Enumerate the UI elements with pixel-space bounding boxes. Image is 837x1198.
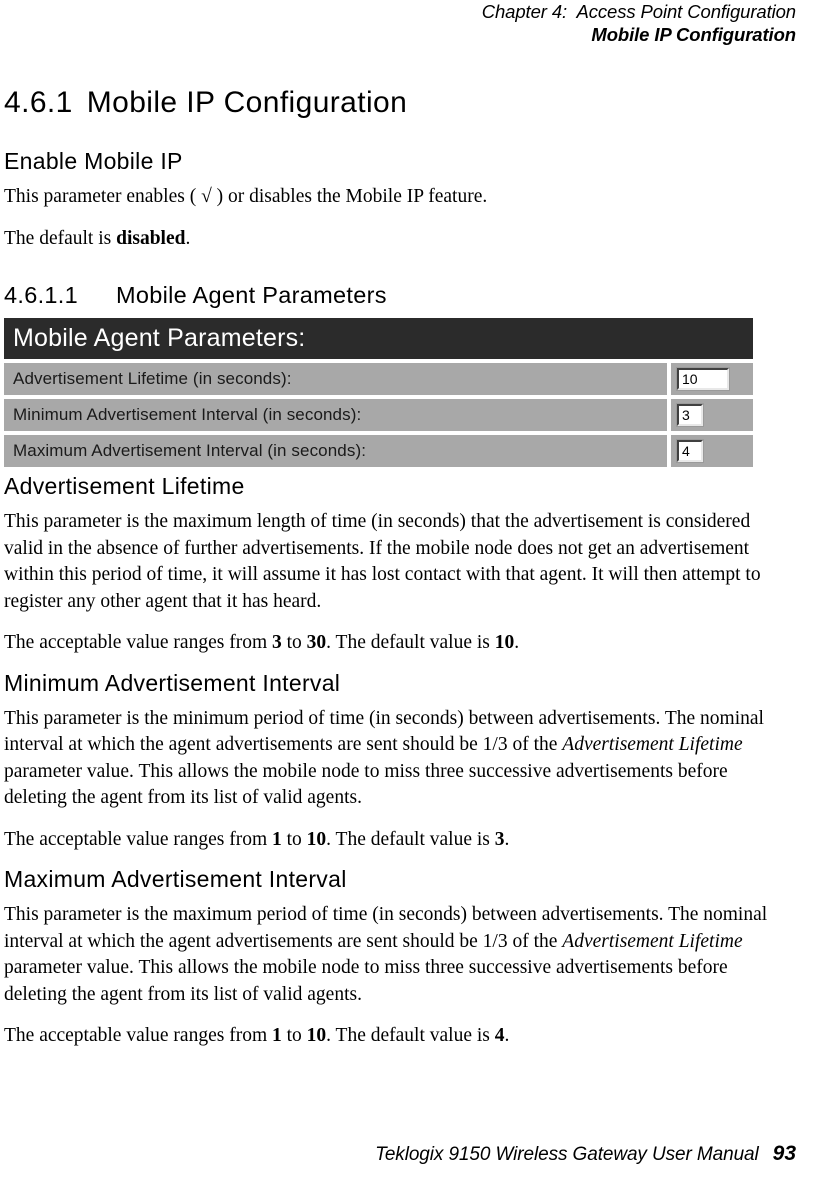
range-mid: to xyxy=(281,632,307,653)
document-page: Chapter 4: Access Point Configuration Mo… xyxy=(0,0,837,1198)
maximum-advertisement-interval-label: Maximum Advertisement Interval (in secon… xyxy=(4,435,667,467)
running-head: Chapter 4: Access Point Configuration Mo… xyxy=(0,0,796,46)
range-max: 30 xyxy=(306,632,327,653)
panel-title-bar: Mobile Agent Parameters: xyxy=(4,318,753,359)
advertisement-lifetime-input[interactable]: 10 xyxy=(676,367,730,391)
para-italic-term: Advertisement Lifetime xyxy=(562,734,743,755)
subheading-advertisement-lifetime: Advertisement Lifetime xyxy=(4,473,245,499)
paragraph-minimum-advertisement-interval-range: The acceptable value ranges from 1 to 10… xyxy=(4,827,794,854)
default-prefix: . The default value is xyxy=(326,828,495,850)
range-max: 10 xyxy=(306,828,327,850)
footer-page-number: 93 xyxy=(772,1142,796,1165)
default-prefix: . The default value is xyxy=(326,632,495,653)
paragraph-advertisement-lifetime-range: The acceptable value ranges from 3 to 30… xyxy=(4,630,794,657)
default-value: 10 xyxy=(494,632,515,653)
page-content: 4.6.1 Mobile IP Configuration Enable Mobi… xyxy=(4,86,794,1063)
range-max: 10 xyxy=(306,1025,327,1046)
default-suffix: . xyxy=(185,227,191,249)
paragraph-minimum-advertisement-interval: This parameter is the minimum period of … xyxy=(4,706,794,812)
range-prefix: The acceptable value ranges from xyxy=(4,1025,272,1046)
section-heading: 4.6.1 Mobile IP Configuration xyxy=(4,86,794,120)
footer-manual-title: Teklogix 9150 Wireless Gateway User Manu… xyxy=(375,1144,759,1165)
subheading-minimum-advertisement-interval: Minimum Advertisement Interval xyxy=(4,669,341,696)
table-row: Maximum Advertisement Interval (in secon… xyxy=(4,435,753,467)
maximum-advertisement-interval-field-cell: 4 xyxy=(671,435,753,467)
section-number: 4.6.1 xyxy=(4,86,73,119)
para-italic-term: Advertisement Lifetime xyxy=(562,930,743,952)
range-mid: to xyxy=(281,1025,307,1046)
table-row: Advertisement Lifetime (in seconds): 10 xyxy=(4,363,753,395)
mobile-agent-parameters-panel: Mobile Agent Parameters: Advertisement L… xyxy=(4,318,753,467)
minimum-advertisement-interval-label: Minimum Advertisement Interval (in secon… xyxy=(4,399,667,431)
paragraph-enable-mobile-ip-default: The default is disabled. xyxy=(4,226,794,253)
section-title: Mobile IP Configuration xyxy=(86,86,408,119)
default-suffix: . xyxy=(504,828,510,850)
range-prefix: The acceptable value ranges from xyxy=(4,632,272,653)
paragraph-maximum-advertisement-interval-range: The acceptable value ranges from 1 to 10… xyxy=(4,1023,794,1050)
advertisement-lifetime-field-cell: 10 xyxy=(671,363,753,395)
subsection-title: Mobile Agent Parameters xyxy=(116,282,387,308)
subheading-mobile-agent-parameters: 4.6.1.1 Mobile Agent Parameters xyxy=(4,282,794,309)
page-footer: Teklogix 9150 Wireless Gateway User Manu… xyxy=(0,1124,796,1184)
minimum-advertisement-interval-input[interactable]: 3 xyxy=(676,403,704,427)
subheading-maximum-advertisement-interval: Maximum Advertisement Interval xyxy=(4,866,347,892)
running-head-section: Mobile IP Configuration xyxy=(591,24,796,45)
range-mid: to xyxy=(281,828,307,850)
default-suffix: . xyxy=(504,1025,510,1046)
default-value: 4 xyxy=(494,1025,505,1046)
default-prefix: . The default value is xyxy=(326,1025,495,1046)
default-suffix: . xyxy=(514,632,520,653)
para-part2: parameter value. This allows the mobile … xyxy=(4,760,728,809)
minimum-advertisement-interval-field-cell: 3 xyxy=(671,399,753,431)
default-prefix: The default is xyxy=(4,227,117,249)
maximum-advertisement-interval-input[interactable]: 4 xyxy=(676,439,704,463)
range-min: 1 xyxy=(271,1025,282,1046)
paragraph-advertisement-lifetime: This parameter is the maximum length of … xyxy=(4,511,761,612)
range-min: 1 xyxy=(271,828,282,850)
running-head-chapter: Chapter 4: Access Point Configuration xyxy=(481,1,796,22)
para-part2: parameter value. This allows the mobile … xyxy=(4,957,728,1005)
range-prefix: The acceptable value ranges from xyxy=(4,828,272,850)
default-value: disabled xyxy=(116,227,186,249)
subsection-number: 4.6.1.1 xyxy=(4,282,78,308)
advertisement-lifetime-label: Advertisement Lifetime (in seconds): xyxy=(4,363,667,395)
paragraph-maximum-advertisement-interval: This parameter is the maximum period of … xyxy=(4,902,794,1008)
subheading-enable-mobile-ip: Enable Mobile IP xyxy=(4,148,183,174)
table-row: Minimum Advertisement Interval (in secon… xyxy=(4,399,753,431)
range-min: 3 xyxy=(271,632,282,653)
paragraph-enable-mobile-ip: This parameter enables ( √ ) or disables… xyxy=(4,186,488,207)
default-value: 3 xyxy=(494,828,505,850)
